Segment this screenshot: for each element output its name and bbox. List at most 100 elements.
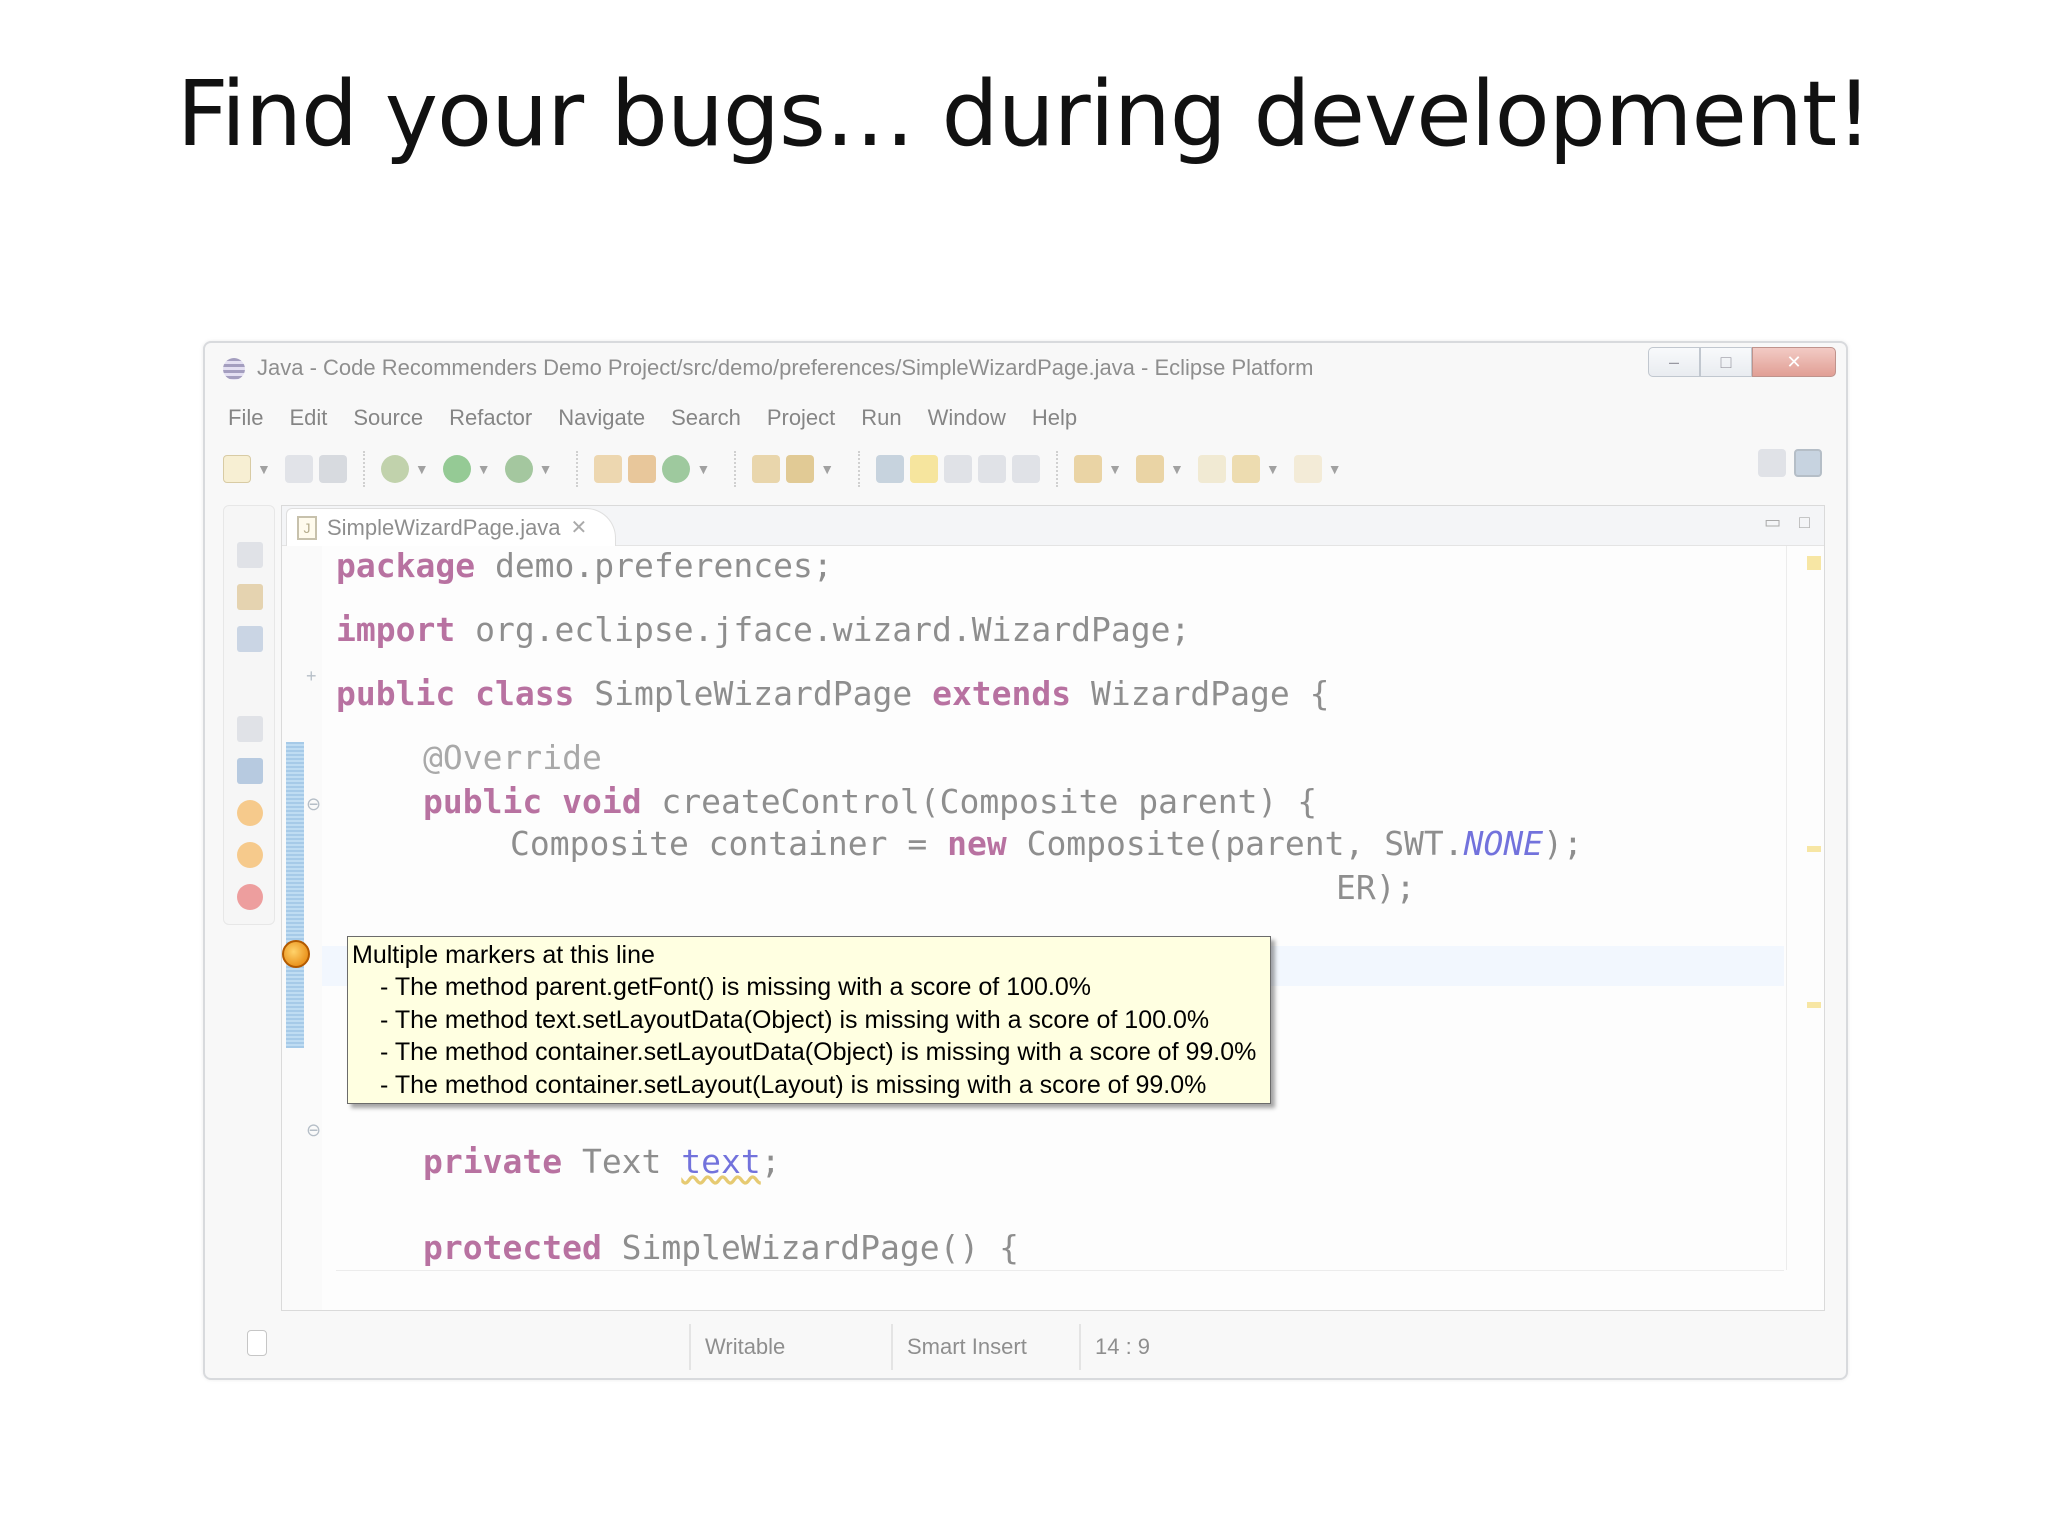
editor-tab-bar: J SimpleWizardPage.java ✕ ▭ □ <box>282 506 1824 546</box>
recommenders-icon[interactable] <box>237 842 263 868</box>
restore-icon[interactable] <box>237 542 263 568</box>
problems-icon[interactable] <box>237 884 263 910</box>
previous-annotation-dropdown-icon[interactable]: ▼ <box>1170 461 1184 477</box>
show-source-icon[interactable] <box>1012 455 1041 483</box>
show-whitespace-icon[interactable] <box>978 455 1007 483</box>
recommenders-icon[interactable] <box>237 800 263 826</box>
outline-icon[interactable] <box>237 626 263 652</box>
main-toolbar: ▼ ▼ ▼ ▼ ▼ ▼ ▼ ▼ ▼ ▼ <box>223 441 1836 497</box>
minimize-button[interactable]: – <box>1648 347 1700 377</box>
tab-close-icon[interactable]: ✕ <box>571 515 588 540</box>
keyword: extends <box>912 674 1072 713</box>
editor-tab[interactable]: J SimpleWizardPage.java ✕ <box>286 508 616 546</box>
fold-expand-icon[interactable]: + <box>306 666 317 687</box>
code-text: ; <box>760 1142 781 1181</box>
code-text: SimpleWizardPage <box>574 674 913 713</box>
menu-project[interactable]: Project <box>754 399 848 435</box>
new-package-icon[interactable] <box>628 455 657 483</box>
open-task-icon[interactable] <box>786 455 815 483</box>
next-annotation-dropdown-icon[interactable]: ▼ <box>1108 461 1122 477</box>
new-icon[interactable] <box>223 455 251 483</box>
run-icon[interactable] <box>442 455 471 483</box>
java-editor: J SimpleWizardPage.java ✕ ▭ □ + ⊖ ⊖ pack… <box>281 505 1825 1311</box>
static-field: NONE <box>1463 824 1544 863</box>
code-text: org.eclipse.jface.wizard.WizardPage; <box>455 610 1191 649</box>
tooltip-item: - The method container.setLayout(Layout)… <box>380 1070 1207 1099</box>
code-text: Composite(parent, SWT. <box>1006 824 1464 863</box>
external-tools-icon[interactable] <box>504 455 533 483</box>
menu-help[interactable]: Help <box>1019 399 1090 435</box>
window-controls: – □ ✕ <box>1648 347 1836 377</box>
java-perspective-icon[interactable] <box>1794 449 1822 477</box>
menu-window[interactable]: Window <box>915 399 1019 435</box>
open-perspective-icon[interactable] <box>1758 449 1786 477</box>
code-line: public void createControl(Composite pare… <box>423 782 1317 821</box>
warning-marker-icon[interactable] <box>1807 556 1821 570</box>
maximize-view-icon[interactable]: □ <box>1799 512 1810 533</box>
code-text: ER); <box>1336 868 1416 907</box>
menu-file[interactable]: File <box>215 399 276 435</box>
external-tools-dropdown-icon[interactable]: ▼ <box>539 461 553 477</box>
new-java-project-icon[interactable] <box>594 455 623 483</box>
console-icon[interactable] <box>237 758 263 784</box>
fold-collapse-icon[interactable]: ⊖ <box>306 794 321 815</box>
menu-bar: File Edit Source Refactor Navigate Searc… <box>215 399 1836 435</box>
new-class-icon[interactable] <box>662 455 691 483</box>
menu-source[interactable]: Source <box>340 399 436 435</box>
markers-tooltip: Multiple markers at this line - The meth… <box>347 936 1271 1104</box>
open-task-dropdown-icon[interactable]: ▼ <box>820 461 834 477</box>
fold-collapse-icon[interactable]: ⊖ <box>306 1120 321 1141</box>
menu-run[interactable]: Run <box>848 399 914 435</box>
last-edit-location-icon[interactable] <box>1197 455 1226 483</box>
java-file-icon: J <box>297 515 317 540</box>
toolbar-separator <box>858 451 861 487</box>
menu-navigate[interactable]: Navigate <box>545 399 658 435</box>
debug-dropdown-icon[interactable]: ▼ <box>415 461 429 477</box>
menu-search[interactable]: Search <box>658 399 754 435</box>
code-area[interactable]: package demo.preferences; import org.ecl… <box>336 546 1784 1270</box>
back-icon[interactable] <box>1231 455 1260 483</box>
perspective-switcher <box>1758 449 1822 477</box>
fast-view-icon[interactable] <box>247 1330 267 1356</box>
debug-icon[interactable] <box>380 455 409 483</box>
code-line: ER); <box>1336 868 1415 907</box>
toggle-breadcrumb-icon[interactable] <box>876 455 905 483</box>
block-selection-icon[interactable] <box>944 455 973 483</box>
code-line: protected SimpleWizardPage() { <box>423 1228 1019 1267</box>
code-text: SimpleWizardPage() { <box>601 1228 1020 1267</box>
menu-refactor[interactable]: Refactor <box>436 399 545 435</box>
restore-icon[interactable] <box>237 716 263 742</box>
change-ruler-strip <box>286 742 304 1048</box>
overview-ruler[interactable] <box>1804 546 1824 1270</box>
save-icon[interactable] <box>284 455 313 483</box>
horizontal-scrollbar[interactable] <box>336 1270 1784 1310</box>
package-explorer-icon[interactable] <box>237 584 263 610</box>
code-text: ); <box>1543 824 1583 863</box>
maximize-button[interactable]: □ <box>1700 347 1752 377</box>
eclipse-app-icon <box>223 358 245 380</box>
menu-edit[interactable]: Edit <box>276 399 340 435</box>
status-insert-mode: Smart Insert <box>891 1324 1041 1370</box>
toolbar-separator <box>362 451 365 487</box>
new-dropdown-icon[interactable]: ▼ <box>257 461 271 477</box>
close-button[interactable]: ✕ <box>1752 347 1836 377</box>
window-title: Java - Code Recommenders Demo Project/sr… <box>257 355 1314 380</box>
next-annotation-icon[interactable] <box>1074 455 1103 483</box>
tooltip-item: - The method text.setLayoutData(Object) … <box>380 1005 1210 1034</box>
minimize-view-icon[interactable]: ▭ <box>1764 512 1781 533</box>
previous-annotation-icon[interactable] <box>1136 455 1165 483</box>
print-icon[interactable] <box>318 455 347 483</box>
overview-mark[interactable] <box>1807 846 1821 852</box>
recommenders-marker-icon[interactable] <box>282 940 310 968</box>
mark-occurrences-icon[interactable] <box>910 455 939 483</box>
back-dropdown-icon[interactable]: ▼ <box>1266 461 1280 477</box>
overview-mark[interactable] <box>1807 1002 1821 1008</box>
new-class-dropdown-icon[interactable]: ▼ <box>696 461 710 477</box>
forward-dropdown-icon[interactable]: ▼ <box>1328 461 1342 477</box>
run-dropdown-icon[interactable]: ▼ <box>477 461 491 477</box>
annotation: @Override <box>423 738 602 777</box>
open-type-icon[interactable] <box>752 455 781 483</box>
vertical-scrollbar[interactable] <box>1786 546 1804 1270</box>
forward-icon[interactable] <box>1293 455 1322 483</box>
code-text: WizardPage { <box>1071 674 1330 713</box>
